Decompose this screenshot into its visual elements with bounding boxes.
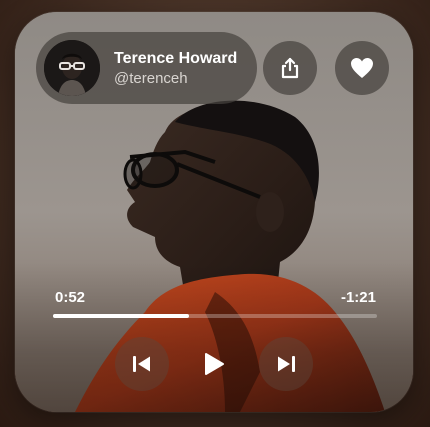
person-with-glasses-avatar-icon <box>44 40 100 96</box>
next-track-button[interactable] <box>259 337 313 391</box>
previous-track-button[interactable] <box>115 337 169 391</box>
progress-fill <box>53 314 190 318</box>
progress-bar[interactable] <box>53 314 377 318</box>
play-button[interactable] <box>187 337 241 391</box>
artist-profile-pill[interactable]: Terence Howard @terenceh <box>36 32 257 104</box>
music-player-card: Terence Howard @terenceh 0:52 -1:21 <box>15 12 413 412</box>
share-button[interactable] <box>263 41 317 95</box>
artist-name-block: Terence Howard @terenceh <box>114 49 237 88</box>
elapsed-time: 0:52 <box>55 289 86 306</box>
favorite-button[interactable] <box>335 41 389 95</box>
play-icon <box>205 353 224 375</box>
remaining-time: -1:21 <box>340 289 376 306</box>
next-track-icon <box>278 356 295 372</box>
share-icon <box>281 57 299 79</box>
artist-name: Terence Howard <box>114 49 238 67</box>
previous-track-icon <box>133 356 150 372</box>
heart-icon <box>351 58 373 78</box>
artist-handle: @terenceh <box>114 69 188 87</box>
widget-background: Terence Howard @terenceh 0:52 -1:21 <box>0 0 430 427</box>
artist-avatar[interactable] <box>44 40 100 96</box>
